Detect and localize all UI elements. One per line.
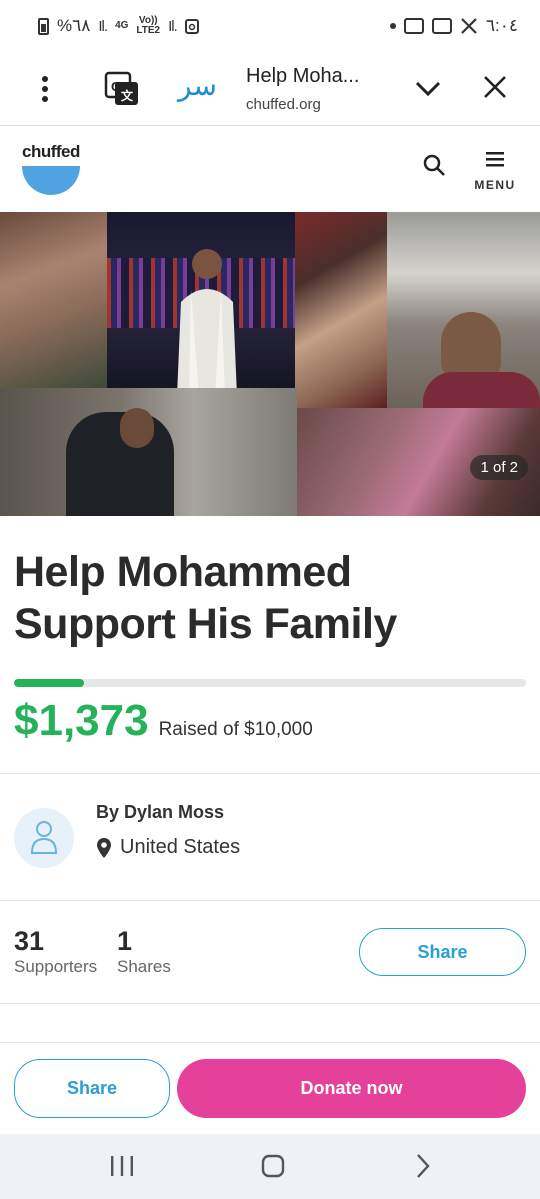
clock: ٦:٠٤ [485,16,518,35]
share-sticky-button[interactable]: Share [14,1059,170,1118]
signal-2-icon: Il. [168,17,178,35]
donate-now-button[interactable]: Donate now [177,1059,526,1118]
user-icon [30,821,58,854]
gallery-icon [431,18,452,34]
photo-arm [0,212,107,388]
voicemail-icon [403,18,424,34]
browser-bar: G 文 ﺳﺮ Help Moha... chuffed.org [0,52,540,126]
photo-man-victory-sign [0,388,297,516]
chevron-down-icon[interactable] [414,74,442,102]
raised-goal-label: Raised of $10,000 [158,719,313,740]
svg-text:G: G [111,79,121,94]
shares-stat: 1 Shares [117,926,171,977]
raised-summary: $1,373 Raised of $10,000 [14,696,313,746]
status-right: ٦:٠٤ [389,16,518,36]
action-bar: Share Donate now [0,1042,540,1134]
close-icon[interactable] [482,74,508,100]
supporters-stat: 31 Supporters [14,926,97,977]
shares-count: 1 [117,926,133,956]
photo-man-speaking [107,212,295,396]
divider [0,900,540,901]
divider [0,1003,540,1004]
divider [0,773,540,774]
funding-progress-bar [14,679,526,687]
status-left: %٦٨ Il. 4G Vo)) LTE2 Il. [38,16,199,36]
signal-icon: Il. [98,17,108,35]
logo-text: chuffed [22,142,80,161]
volte-indicator: Vo)) LTE2 [136,15,161,36]
network-indicator: 4G [115,20,129,31]
raised-amount: $1,373 [14,696,149,745]
page-title: Help Moha... [246,64,360,87]
menu-button[interactable]: MENU [472,151,518,192]
share-button[interactable]: Share [359,928,526,976]
site-header: chuffed MENU [0,127,540,212]
funding-progress-fill [14,679,85,687]
location-text: United States [120,836,241,858]
translate-icon[interactable]: G 文 [104,71,140,107]
chuffed-logo[interactable]: chuffed [22,142,84,195]
map-pin-icon [97,837,111,858]
svg-text:文: 文 [121,88,134,103]
status-bar: %٦٨ Il. 4G Vo)) LTE2 Il. ٦:٠٤ [0,0,540,52]
supporters-count: 31 [14,926,45,956]
photo-injured-foot [295,212,387,408]
more-vertical-icon [42,75,48,102]
logo-bowl-icon [22,166,80,195]
organiser-avatar [14,808,74,868]
system-nav-bar [0,1134,540,1199]
battery-icon [38,17,49,35]
page-domain: chuffed.org [246,95,321,113]
organiser-name[interactable]: By Dylan Moss [96,802,224,823]
supporters-label: Supporters [14,957,98,976]
browser-menu-button[interactable] [0,52,90,126]
site-favicon: ﺳﺮ [178,68,217,102]
home-icon[interactable] [261,1154,285,1178]
shares-label: Shares [117,957,171,976]
x-app-icon [461,18,477,34]
back-icon[interactable] [414,1153,432,1179]
battery-percent: %٦٨ [57,16,91,35]
search-icon[interactable] [422,153,446,177]
hero-image-carousel[interactable]: 1 of 2 [0,212,540,516]
notification-dot-icon [389,23,396,29]
recent-apps-icon[interactable] [109,1156,135,1176]
recycle-icon [184,19,199,34]
photo-rubble-selfie [387,212,540,416]
url-box[interactable]: Help Moha... chuffed.org [246,65,396,113]
menu-label: MENU [474,178,516,192]
hamburger-icon [486,152,504,167]
organiser-location: United States [96,836,240,859]
carousel-counter: 1 of 2 [470,455,528,480]
campaign-title: Help Mohammed Support His Family [14,548,397,648]
